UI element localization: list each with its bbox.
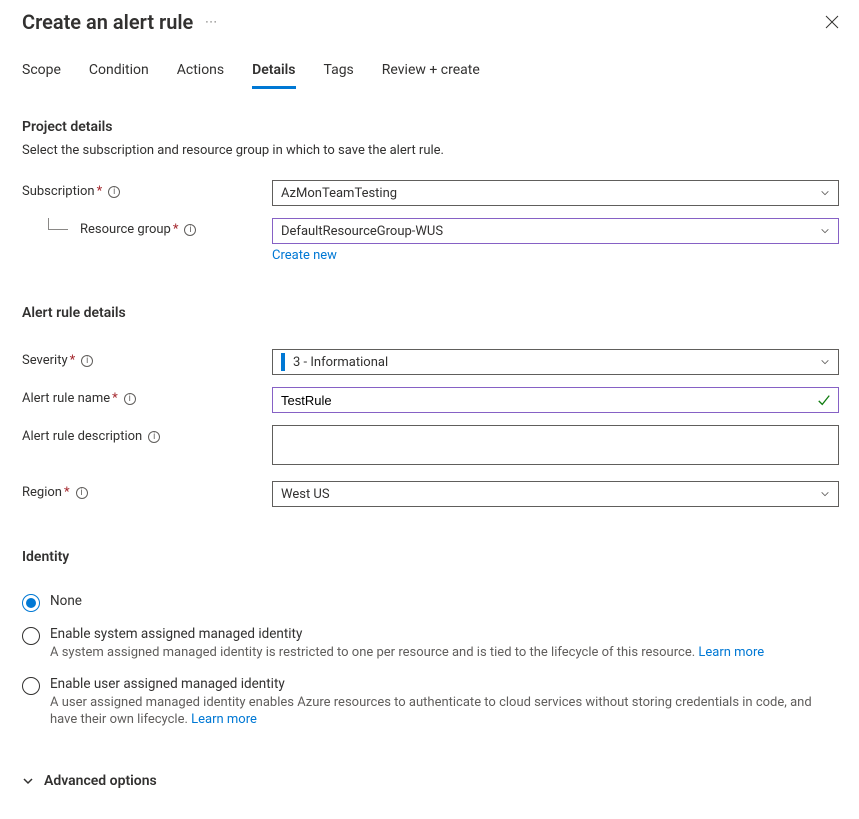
tab-condition[interactable]: Condition bbox=[89, 62, 149, 89]
subscription-dropdown[interactable]: AzMonTeamTesting bbox=[272, 180, 839, 206]
identity-none-radio[interactable] bbox=[22, 594, 40, 612]
info-icon[interactable]: i bbox=[81, 355, 93, 367]
identity-heading: Identity bbox=[22, 549, 839, 565]
info-icon[interactable]: i bbox=[108, 186, 120, 198]
advanced-options-label: Advanced options bbox=[44, 773, 157, 789]
learn-more-link[interactable]: Learn more bbox=[191, 712, 257, 727]
region-dropdown[interactable]: West US bbox=[272, 481, 839, 507]
info-icon[interactable]: i bbox=[148, 431, 160, 443]
chevron-down-icon bbox=[820, 489, 830, 499]
identity-user-radio[interactable] bbox=[22, 677, 40, 695]
tab-bar: Scope Condition Actions Details Tags Rev… bbox=[22, 62, 839, 89]
identity-user-label: Enable user assigned managed identity bbox=[50, 676, 839, 692]
close-icon[interactable] bbox=[825, 15, 839, 29]
tab-actions[interactable]: Actions bbox=[177, 62, 224, 89]
identity-none-label: None bbox=[50, 593, 839, 609]
subscription-label: Subscription bbox=[22, 184, 95, 199]
chevron-down-icon bbox=[820, 188, 830, 198]
description-label: Alert rule description bbox=[22, 429, 142, 444]
valid-check-icon bbox=[817, 393, 831, 407]
info-icon[interactable]: i bbox=[76, 487, 88, 499]
resource-group-label: Resource group bbox=[80, 222, 171, 237]
severity-label: Severity bbox=[22, 353, 68, 368]
tab-tags[interactable]: Tags bbox=[324, 62, 354, 89]
project-details-heading: Project details bbox=[22, 119, 839, 135]
tree-connector bbox=[48, 218, 68, 230]
alert-rule-name-input[interactable] bbox=[272, 387, 839, 413]
region-value: West US bbox=[281, 487, 330, 502]
tab-review-create[interactable]: Review + create bbox=[382, 62, 480, 89]
advanced-options-toggle[interactable]: Advanced options bbox=[22, 773, 839, 789]
info-icon[interactable]: i bbox=[124, 393, 136, 405]
alert-rule-details-heading: Alert rule details bbox=[22, 305, 839, 321]
resource-group-dropdown[interactable]: DefaultResourceGroup-WUS bbox=[272, 218, 839, 244]
info-icon[interactable]: i bbox=[184, 224, 196, 236]
identity-system-radio[interactable] bbox=[22, 627, 40, 645]
required-marker: * bbox=[70, 353, 76, 368]
severity-color-bar bbox=[281, 353, 285, 371]
learn-more-link[interactable]: Learn more bbox=[698, 645, 764, 660]
tab-scope[interactable]: Scope bbox=[22, 62, 61, 89]
chevron-down-icon bbox=[820, 226, 830, 236]
region-label: Region bbox=[22, 485, 62, 500]
identity-system-desc: A system assigned managed identity is re… bbox=[50, 644, 839, 662]
chevron-down-icon bbox=[820, 357, 830, 367]
chevron-down-icon bbox=[22, 775, 34, 787]
required-marker: * bbox=[173, 222, 179, 237]
description-textarea[interactable] bbox=[272, 425, 839, 465]
identity-system-label: Enable system assigned managed identity bbox=[50, 626, 839, 642]
tab-details[interactable]: Details bbox=[252, 62, 295, 89]
required-marker: * bbox=[64, 485, 70, 500]
create-new-link[interactable]: Create new bbox=[272, 248, 337, 263]
more-menu-icon[interactable]: ··· bbox=[205, 15, 217, 29]
alert-rule-name-label: Alert rule name bbox=[22, 391, 110, 406]
severity-dropdown[interactable]: 3 - Informational bbox=[272, 349, 839, 375]
resource-group-value: DefaultResourceGroup-WUS bbox=[281, 224, 443, 239]
required-marker: * bbox=[112, 391, 118, 406]
severity-value: 3 - Informational bbox=[293, 355, 388, 370]
identity-user-desc: A user assigned managed identity enables… bbox=[50, 694, 839, 729]
required-marker: * bbox=[97, 184, 103, 199]
subscription-value: AzMonTeamTesting bbox=[281, 186, 397, 201]
project-details-sub: Select the subscription and resource gro… bbox=[22, 143, 839, 158]
page-title: Create an alert rule bbox=[22, 10, 193, 34]
